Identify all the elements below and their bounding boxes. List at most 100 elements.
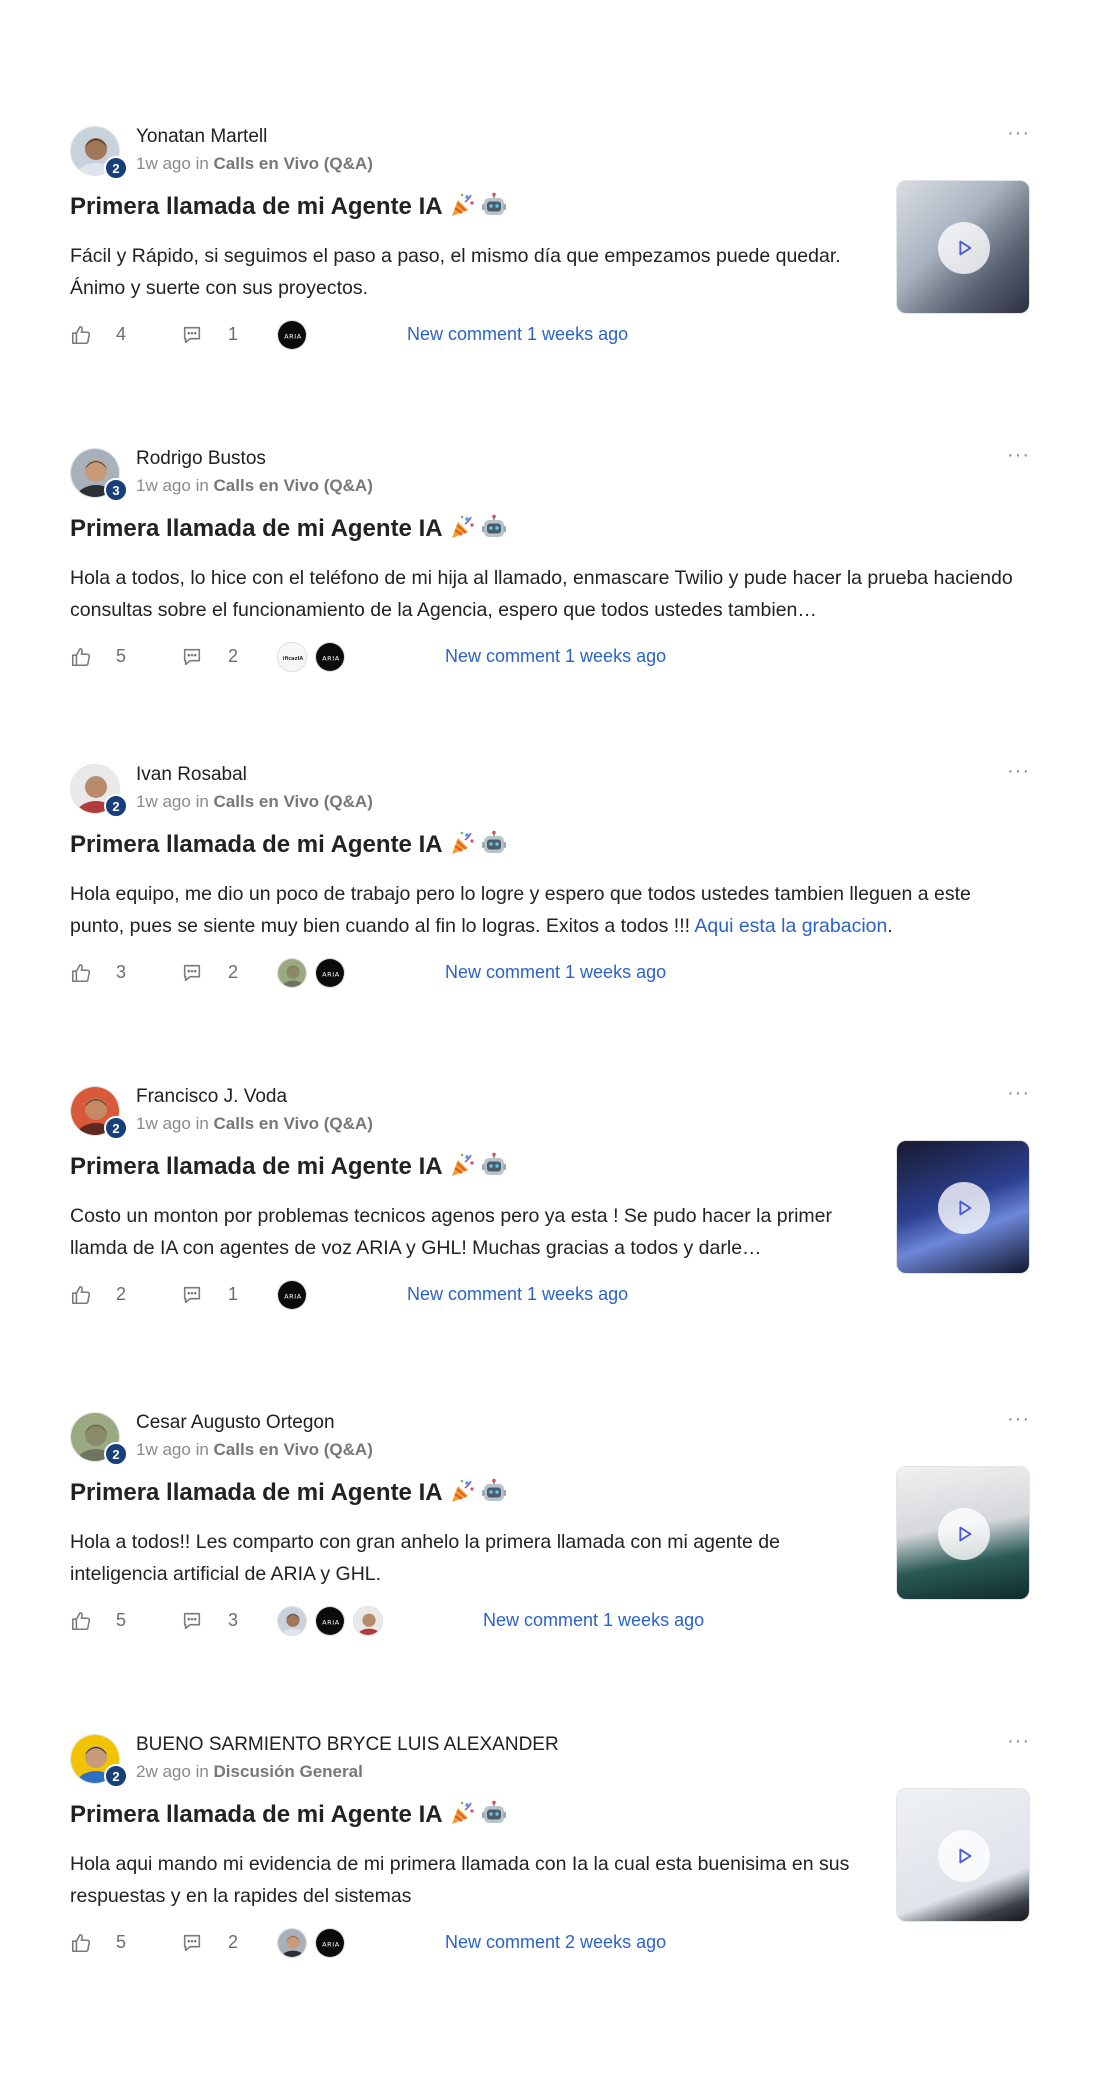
post-title[interactable]: Primera llamada de mi Agente IA: [70, 1152, 507, 1181]
play-icon[interactable]: [938, 1182, 990, 1234]
video-thumbnail[interactable]: [896, 1788, 1030, 1922]
comment-count: 3: [228, 1610, 239, 1630]
new-comment-link[interactable]: New comment 2 weeks ago: [445, 1932, 666, 1953]
post-actions: 5 3 ARIA New comment 1 weeks ago: [70, 1606, 970, 1636]
author-name[interactable]: Rodrigo Bustos: [136, 448, 266, 470]
author-name[interactable]: Francisco J. Voda: [136, 1086, 287, 1108]
post-title-text[interactable]: Primera llamada de mi Agente IA: [70, 831, 443, 858]
robot-face-icon: [481, 1800, 507, 1826]
aria-logo-avatar[interactable]: ARIA: [315, 1928, 345, 1958]
comment-icon[interactable]: [181, 324, 203, 346]
author-name[interactable]: BUENO SARMIENTO BRYCE LUIS ALEXANDER: [136, 1734, 559, 1756]
user-photo-avatar[interactable]: [277, 958, 307, 988]
play-icon[interactable]: [938, 1830, 990, 1882]
author-avatar[interactable]: 2: [70, 1412, 128, 1466]
post-title[interactable]: Primera llamada de mi Agente IA: [70, 830, 507, 859]
category-link[interactable]: Calls en Vivo (Q&A): [214, 476, 373, 495]
like-icon[interactable]: [70, 1932, 92, 1954]
post-body[interactable]: Costo un monton por problemas tecnicos a…: [70, 1200, 870, 1264]
author-avatar[interactable]: 2: [70, 126, 128, 180]
category-link[interactable]: Calls en Vivo (Q&A): [214, 1114, 373, 1133]
post-body[interactable]: Fácil y Rápido, si seguimos el paso a pa…: [70, 240, 870, 304]
more-options-icon[interactable]: ···: [1007, 1730, 1030, 1753]
post-title[interactable]: Primera llamada de mi Agente IA: [70, 192, 507, 221]
recording-link[interactable]: Aqui esta la grabacion: [694, 915, 887, 937]
post-title[interactable]: Primera llamada de mi Agente IA: [70, 1478, 507, 1507]
post-title-text[interactable]: Primera llamada de mi Agente IA: [70, 1801, 443, 1828]
author-avatar[interactable]: 2: [70, 1086, 128, 1140]
post-card[interactable]: 2 Ivan Rosabal 1w ago in Calls en Vivo (Q&…: [70, 760, 1030, 1024]
post-card[interactable]: 2 BUENO SARMIENTO BRYCE LUIS ALEXANDER 2w …: [70, 1730, 1030, 1994]
aria-logo-text: ARIA: [322, 971, 340, 979]
aria-logo-avatar[interactable]: ARIA: [315, 642, 345, 672]
play-icon[interactable]: [938, 1508, 990, 1560]
user-photo-avatar[interactable]: [277, 1928, 307, 1958]
aria-logo-avatar[interactable]: ARIA: [315, 1606, 345, 1636]
post-title-text[interactable]: Primera llamada de mi Agente IA: [70, 515, 443, 542]
video-thumbnail[interactable]: [896, 180, 1030, 314]
post-card[interactable]: 3 Rodrigo Bustos 1w ago in Calls en Vivo (…: [70, 444, 1030, 708]
comment-icon[interactable]: [181, 646, 203, 668]
post-body-text: Fácil y Rápido, si seguimos el paso a pa…: [70, 245, 841, 299]
commenter-avatars: ARIA: [277, 320, 315, 350]
category-link[interactable]: Calls en Vivo (Q&A): [214, 792, 373, 811]
post-card[interactable]: 2 Francisco J. Voda 1w ago in Calls en Viv…: [70, 1082, 1030, 1346]
eficaz-logo-avatar[interactable]: ificazIA: [277, 642, 307, 672]
like-icon[interactable]: [70, 962, 92, 984]
comment-icon[interactable]: [181, 1932, 203, 1954]
comment-count: 1: [228, 324, 239, 344]
user-photo-avatar[interactable]: [277, 1606, 307, 1636]
post-title-text[interactable]: Primera llamada de mi Agente IA: [70, 193, 443, 220]
post-body-text: Hola a todos!! Les comparto con gran anh…: [70, 1531, 780, 1585]
author-name[interactable]: Yonatan Martell: [136, 126, 267, 148]
like-icon[interactable]: [70, 324, 92, 346]
user-photo-avatar[interactable]: [353, 1606, 383, 1636]
new-comment-link[interactable]: New comment 1 weeks ago: [445, 646, 666, 667]
author-avatar[interactable]: 2: [70, 764, 128, 818]
post-title[interactable]: Primera llamada de mi Agente IA: [70, 514, 507, 543]
post-card[interactable]: 2 Cesar Augusto Ortegon 1w ago in Calls en…: [70, 1408, 1030, 1672]
post-body[interactable]: Hola aqui mando mi evidencia de mi prime…: [70, 1848, 870, 1912]
category-link[interactable]: Calls en Vivo (Q&A): [214, 154, 373, 173]
like-count: 2: [116, 1284, 127, 1304]
comment-icon[interactable]: [181, 962, 203, 984]
new-comment-link[interactable]: New comment 1 weeks ago: [407, 1284, 628, 1305]
post-title-text[interactable]: Primera llamada de mi Agente IA: [70, 1479, 443, 1506]
video-thumbnail[interactable]: [896, 1140, 1030, 1274]
author-name[interactable]: Cesar Augusto Ortegon: [136, 1412, 335, 1434]
author-name[interactable]: Ivan Rosabal: [136, 764, 247, 786]
new-comment-link[interactable]: New comment 1 weeks ago: [483, 1610, 704, 1631]
post-body[interactable]: Hola a todos, lo hice con el teléfono de…: [70, 562, 1030, 626]
post-title-text[interactable]: Primera llamada de mi Agente IA: [70, 1153, 443, 1180]
new-comment-link[interactable]: New comment 1 weeks ago: [445, 962, 666, 983]
author-avatar[interactable]: 2: [70, 1734, 128, 1788]
aria-logo-avatar[interactable]: ARIA: [277, 320, 307, 350]
like-count: 3: [116, 962, 127, 982]
category-link[interactable]: Discusión General: [214, 1762, 363, 1781]
more-options-icon[interactable]: ···: [1007, 760, 1030, 783]
new-comment-link[interactable]: New comment 1 weeks ago: [407, 324, 628, 345]
comment-icon[interactable]: [181, 1284, 203, 1306]
more-options-icon[interactable]: ···: [1007, 444, 1030, 467]
video-thumbnail[interactable]: [896, 1466, 1030, 1600]
post-meta: 1w ago in Calls en Vivo (Q&A): [136, 792, 373, 812]
author-avatar[interactable]: 3: [70, 448, 128, 502]
category-link[interactable]: Calls en Vivo (Q&A): [214, 1440, 373, 1459]
comment-icon[interactable]: [181, 1610, 203, 1632]
like-icon[interactable]: [70, 1610, 92, 1632]
post-title[interactable]: Primera llamada de mi Agente IA: [70, 1800, 507, 1829]
level-badge: 3: [104, 478, 128, 502]
post-actions: 3 2 ARIA New comment 1 weeks ago: [70, 958, 970, 988]
more-options-icon[interactable]: ···: [1007, 1408, 1030, 1431]
like-icon[interactable]: [70, 1284, 92, 1306]
like-icon[interactable]: [70, 646, 92, 668]
more-options-icon[interactable]: ···: [1007, 1082, 1030, 1105]
post-body[interactable]: Hola a todos!! Les comparto con gran anh…: [70, 1526, 870, 1590]
play-icon[interactable]: [938, 222, 990, 274]
post-body[interactable]: Hola equipo, me dio un poco de trabajo p…: [70, 878, 1030, 942]
robot-face-icon: [481, 830, 507, 856]
aria-logo-avatar[interactable]: ARIA: [277, 1280, 307, 1310]
aria-logo-avatar[interactable]: ARIA: [315, 958, 345, 988]
more-options-icon[interactable]: ···: [1007, 122, 1030, 145]
post-card[interactable]: 2 Yonatan Martell 1w ago in Calls en Vivo …: [70, 122, 1030, 386]
